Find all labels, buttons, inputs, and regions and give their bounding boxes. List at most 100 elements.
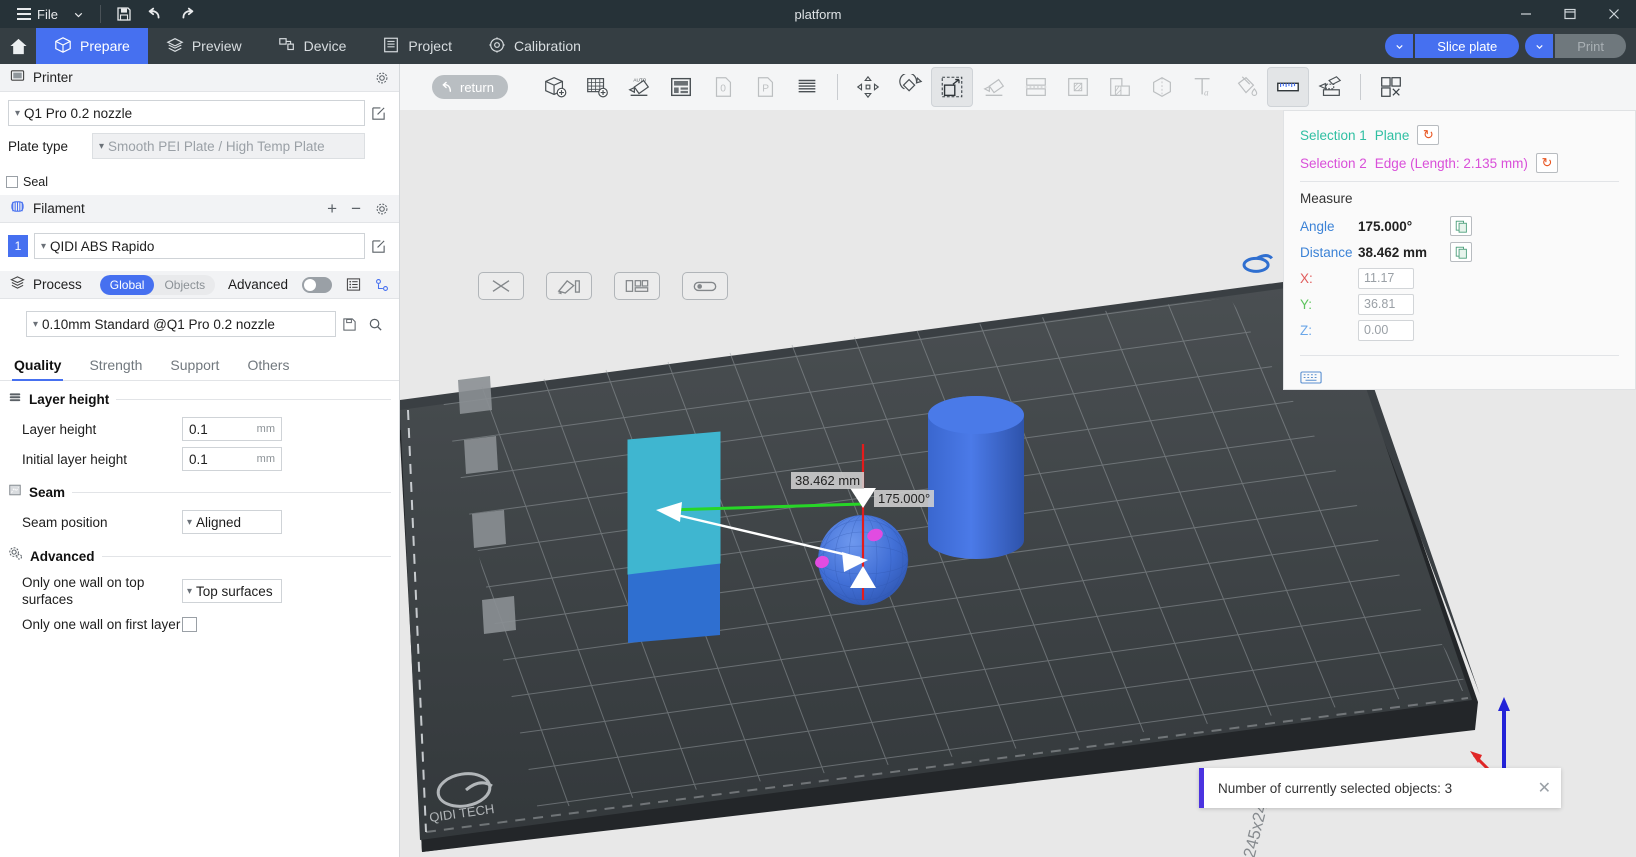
home-icon[interactable] [0,28,36,64]
initial-layer-height-value: 0.1 [189,452,208,467]
undo-arrow-icon[interactable] [139,0,171,28]
process-scope-toggle[interactable]: Global Objects [100,275,215,295]
printer-edit-icon[interactable] [365,106,391,121]
plate-type-select[interactable]: ▾ Smooth PEI Plate / High Temp Plate [92,133,365,159]
tab-device[interactable]: Device [260,28,365,64]
save-icon[interactable] [109,0,139,28]
chevron-down-icon[interactable] [65,0,92,28]
move-icon[interactable] [847,67,889,107]
return-button[interactable]: return [432,75,508,99]
printer-settings-gear-icon[interactable] [375,71,389,85]
tab-calibration[interactable]: Calibration [470,28,599,64]
toolbar-divider [1360,74,1361,100]
process-preset-select[interactable]: ▾ 0.10mm Standard @Q1 Pro 0.2 nozzle [26,311,336,337]
tab-others[interactable]: Others [245,351,291,380]
svg-text:0: 0 [720,84,726,95]
tab-preview[interactable]: Preview [148,28,260,64]
z-input[interactable]: 0.00 [1358,320,1414,341]
filament-settings-gear-icon[interactable] [375,202,389,216]
filament-index-badge[interactable]: 1 [8,235,28,257]
y-input[interactable]: 36.81 [1358,294,1414,315]
copy-angle-button[interactable] [1450,216,1472,236]
delete-all-button[interactable] [478,272,524,300]
flow-calibration-icon[interactable] [1370,67,1412,107]
seal-label: Seal [23,175,48,189]
3d-viewport[interactable]: return AUTO 0 P [400,64,1636,857]
process-search-icon[interactable] [362,317,388,332]
scale-icon[interactable] [931,67,973,107]
svg-text:a: a [1204,88,1209,98]
scope-global-option[interactable]: Global [100,275,155,295]
angle-row: Angle 175.000° [1300,213,1619,239]
gcode-window-button[interactable] [614,272,660,300]
file-menu-button[interactable]: File [10,0,65,28]
plate-type-value: Smooth PEI Plate / High Temp Plate [108,139,325,154]
screenshot-button[interactable] [546,272,592,300]
process-save-icon[interactable] [336,317,362,332]
printer-panel-header: Printer [0,64,399,92]
scope-objects-option[interactable]: Objects [154,275,215,295]
toolbar-toggle-button[interactable] [682,272,728,300]
print-options-caret-icon[interactable] [1525,34,1553,58]
seal-checkbox[interactable] [6,176,18,188]
one-wall-top-surfaces-select[interactable]: ▾ Top surfaces [182,579,282,603]
advanced-toggle[interactable] [302,277,332,293]
keyboard-icon[interactable] [1300,370,1322,386]
tab-quality[interactable]: Quality [12,351,63,380]
assembly-icon[interactable] [1309,67,1351,107]
object-cylinder [928,396,1024,559]
maximize-button[interactable] [1548,0,1592,28]
variable-layer-height-icon[interactable] [786,67,828,107]
slice-plate-split-button[interactable]: Slice plate [1385,34,1519,58]
filament-add-button[interactable]: + [327,202,337,216]
close-button[interactable] [1592,0,1636,28]
cube-icon [54,36,72,57]
z-row: Z: 0.00 [1300,317,1619,343]
seam-position-select[interactable]: ▾ Aligned [182,510,282,534]
filament-edit-icon[interactable] [365,239,391,254]
tab-strength[interactable]: Strength [87,351,144,380]
one-wall-top-surfaces-value: Top surfaces [196,584,273,599]
selection-1-reset-button[interactable]: ↻ [1417,125,1439,145]
group-advanced: Advanced [0,537,399,571]
tab-prepare[interactable]: Prepare [36,28,148,64]
add-object-icon[interactable] [534,67,576,107]
compare-icon[interactable] [375,278,389,292]
panel-divider [1300,181,1619,182]
tab-device-label: Device [304,38,347,54]
print-button[interactable]: Print [1555,34,1626,58]
group-seam: Seam [0,474,399,507]
printer-select[interactable]: ▾ Q1 Pro 0.2 nozzle [8,100,365,126]
copy-distance-button[interactable] [1450,242,1472,262]
one-wall-first-layer-checkbox[interactable] [182,617,197,632]
print-split-button[interactable]: Print [1525,34,1626,58]
list-view-icon[interactable] [346,277,361,292]
measure-icon[interactable] [1267,67,1309,107]
process-layers-icon [10,275,25,295]
setting-label: Layer height [22,421,182,438]
add-plate-icon[interactable] [576,67,618,107]
rotate-icon[interactable] [889,67,931,107]
slice-plate-button[interactable]: Slice plate [1415,34,1519,58]
filament-select[interactable]: ▾ QIDI ABS Rapido [34,233,365,259]
notification-text: Number of currently selected objects: 3 [1218,781,1452,796]
arrange-layout-icon[interactable] [660,67,702,107]
target-icon [488,36,506,57]
redo-arrow-icon[interactable] [171,0,203,28]
selection-1-label: Selection 1 [1300,128,1367,143]
fill-color-icon [1225,67,1267,107]
setting-label: Only one wall on top surfaces [22,574,182,608]
filament-remove-button[interactable]: − [351,202,361,216]
main-nav-bar: Prepare Preview Device Project Calibrati [0,28,1636,64]
selection-2-reset-button[interactable]: ↻ [1536,153,1558,173]
slice-options-caret-icon[interactable] [1385,34,1413,58]
layer-height-input[interactable]: 0.1 mm [182,417,282,441]
minimize-button[interactable] [1504,0,1548,28]
close-icon[interactable]: ✕ [1538,778,1551,798]
tab-project[interactable]: Project [364,28,470,64]
initial-layer-height-input[interactable]: 0.1 mm [182,447,282,471]
place-on-face-icon [973,67,1015,107]
auto-arrange-icon[interactable]: AUTO [618,67,660,107]
x-input[interactable]: 11.17 [1358,268,1414,289]
tab-support[interactable]: Support [168,351,221,380]
